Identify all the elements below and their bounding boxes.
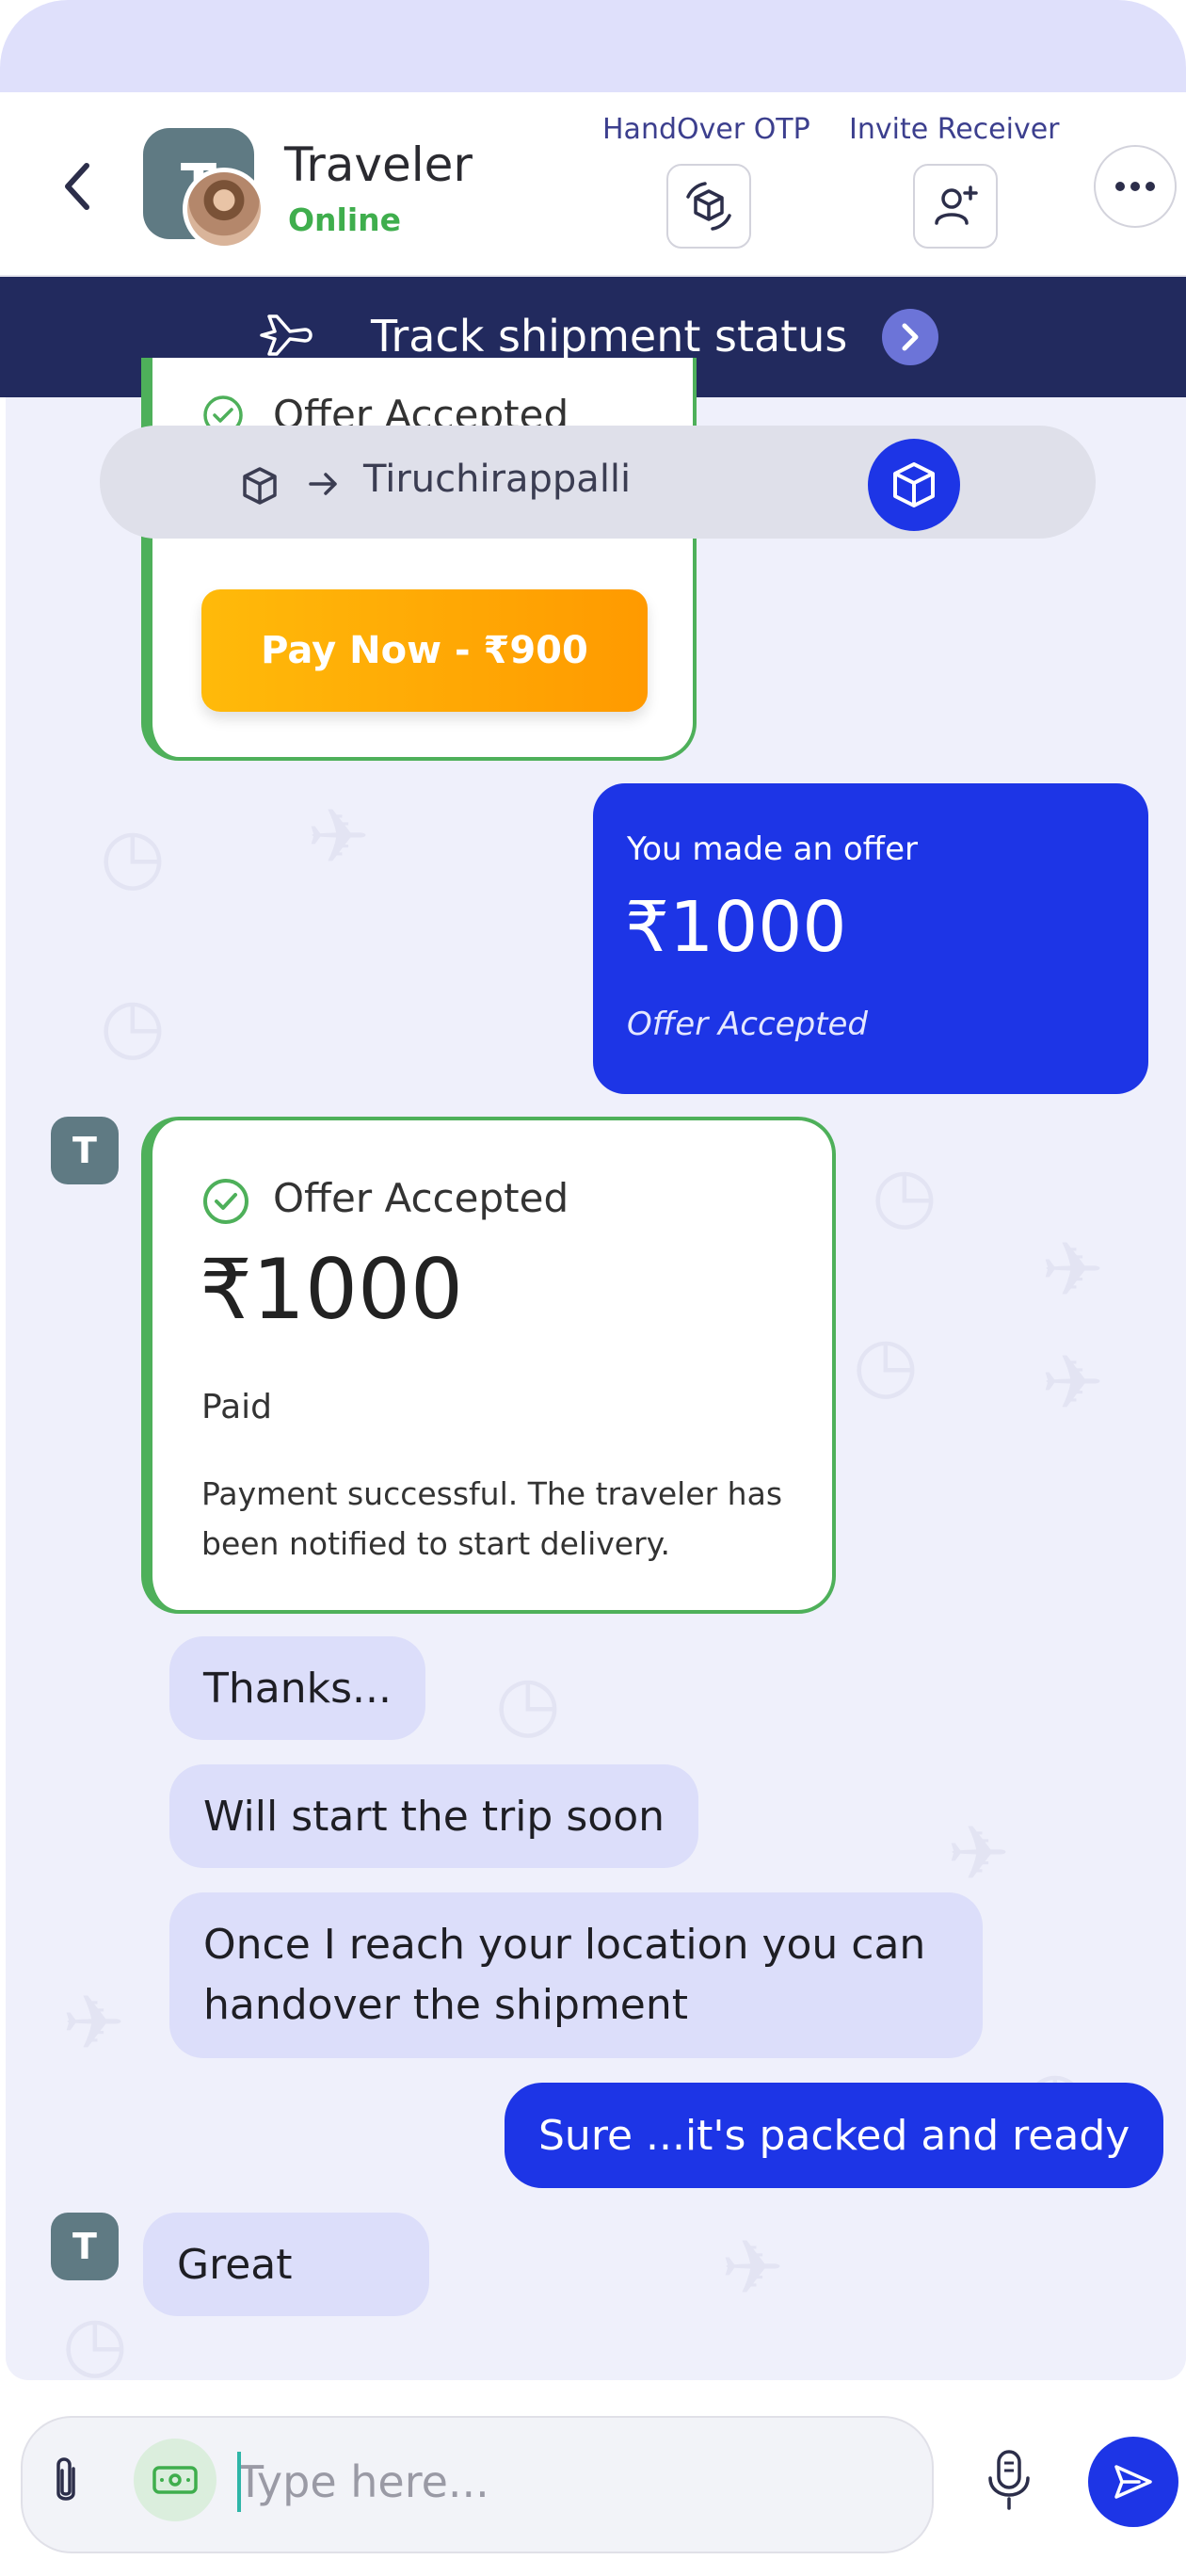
payment-description: Payment successful. The traveler has bee… (201, 1475, 783, 1562)
cash-icon (152, 2466, 198, 2494)
contact-status: Online (288, 201, 402, 238)
sender-avatar: T (51, 2213, 119, 2280)
my-offer-status: Offer Accepted (627, 1006, 868, 1043)
send-button[interactable] (1088, 2437, 1178, 2527)
route-cube-button[interactable] (868, 439, 960, 531)
my-offer-label: You made an offer (627, 830, 918, 868)
offer-accepted-title: Offer Accepted (273, 1175, 569, 1221)
cube-refresh-icon (686, 182, 731, 231)
avatar[interactable]: T (143, 128, 265, 250)
more-button[interactable] (1094, 145, 1177, 228)
payment-offer-button[interactable] (134, 2439, 216, 2521)
text-caret (237, 2452, 241, 2512)
watermark-clock-icon: ◷ (872, 1151, 938, 1238)
arrow-right-icon (309, 473, 337, 495)
microphone-icon[interactable] (979, 2446, 1039, 2514)
back-button[interactable] (55, 158, 100, 215)
airplane-icon (260, 314, 313, 356)
my-offer-bubble: You made an offer ₹1000 Offer Accepted (593, 783, 1148, 1094)
cube-icon (893, 462, 935, 507)
track-shipment-button[interactable] (882, 309, 938, 365)
sender-avatar: T (51, 1117, 119, 1184)
offer-accepted-amount: ₹1000 (200, 1241, 463, 1338)
watermark-clock-icon: ◷ (853, 1320, 919, 1408)
pay-now-button[interactable]: Pay Now - ₹900 (201, 589, 648, 712)
package-icon (243, 467, 277, 505)
add-user-icon (935, 185, 978, 225)
more-horizontal-icon (1115, 182, 1155, 191)
track-shipment-text: Track shipment status (371, 311, 848, 362)
watermark-clock-icon: ◷ (495, 1659, 561, 1747)
avatar-photo (183, 168, 265, 250)
message-bubble: Thanks... (169, 1636, 425, 1740)
handover-otp-label: HandOver OTP (602, 113, 810, 146)
my-offer-amount: ₹1000 (625, 887, 847, 968)
route-destination: Tiruchirappalli (363, 458, 632, 501)
my-message-bubble: Sure ...it's packed and ready (505, 2083, 1164, 2188)
message-bubble: Once I reach your location you can hando… (169, 1892, 983, 2058)
watermark-plane-icon: ✈ (1041, 1226, 1105, 1313)
watermark-plane-icon: ✈ (307, 793, 371, 880)
watermark-clock-icon: ◷ (62, 2299, 128, 2380)
message-bubble: Great (143, 2213, 429, 2316)
message-input[interactable] (237, 2446, 896, 2518)
payment-state: Paid (201, 1388, 273, 1426)
message-bubble: Will start the trip soon (169, 1764, 698, 1868)
chevron-right-icon (902, 323, 919, 351)
handover-otp-button[interactable] (666, 164, 751, 249)
watermark-clock-icon: ◷ (100, 981, 166, 1069)
watermark-clock-icon: ◷ (100, 812, 166, 899)
watermark-plane-icon: ✈ (947, 1810, 1011, 1897)
watermark-plane-icon: ✈ (62, 1979, 126, 2067)
chevron-left-icon (65, 163, 89, 210)
status-strip (0, 0, 1186, 92)
watermark-plane-icon: ✈ (721, 2224, 785, 2311)
paperclip-icon[interactable] (49, 2455, 83, 2508)
send-icon (1114, 2465, 1152, 2499)
watermark-plane-icon: ✈ (1041, 1339, 1105, 1426)
invite-receiver-button[interactable] (913, 164, 998, 249)
contact-name: Traveler (284, 137, 473, 192)
check-circle-icon (203, 1179, 248, 1224)
invite-receiver-label: Invite Receiver (849, 113, 1060, 146)
